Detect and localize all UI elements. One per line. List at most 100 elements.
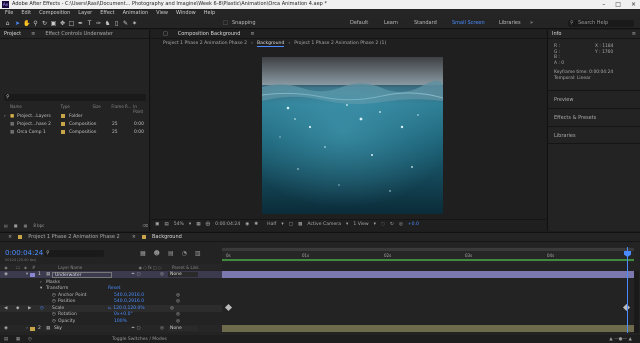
selection-tool-icon[interactable]: ➤ [14,20,21,27]
tab-composition[interactable]: Composition Background [178,30,241,38]
keyframe-nav-next-icon[interactable]: ▶ [28,306,40,311]
roi-icon[interactable]: □ [289,222,293,227]
keyframe-nav-prev-icon[interactable]: ◀ [4,306,16,311]
minimize-icon[interactable]: – [602,0,605,9]
composition-viewer-image[interactable] [262,57,443,214]
stopwatch-active-icon[interactable]: ◷ [40,306,52,311]
always-preview-icon[interactable]: ▣ [155,222,159,227]
breadcrumb-item-active[interactable]: Background [256,41,285,47]
camera-view-dropdown[interactable]: Active Camera [307,222,341,227]
new-folder-icon[interactable]: ■ [14,223,18,228]
frame-blending-icon[interactable]: ▤ [168,250,174,257]
time-ruler[interactable]: 0s 01s 02s 03s 04s [222,247,634,263]
workspace-learn[interactable]: Learn [384,20,398,27]
show-channel-icon[interactable]: ✱ [254,222,258,227]
menu-composition[interactable]: Composition [39,9,70,18]
label-color-swatch[interactable] [30,326,35,331]
draft-3d-icon[interactable]: ▦ [140,250,146,257]
toggle-switches-modes[interactable]: Toggle Switches / Modes [112,337,167,342]
label-color-swatch[interactable] [61,122,65,126]
menu-edit[interactable]: Edit [21,9,31,18]
table-row[interactable]: ◉ ▾ 1 ▦ Underwater ✒ ○ ◎ None [0,271,222,278]
hand-tool-icon[interactable]: ✋ [23,20,30,27]
zoom-dropdown[interactable]: 54% [174,222,184,227]
libraries-section[interactable]: Libraries [548,126,640,144]
parent-dropdown[interactable]: None [168,272,198,277]
pickwhip-icon[interactable]: ◎ [160,326,168,331]
list-item[interactable]: ▦ Project...hase 2 Composition 25 0:00 [4,120,148,128]
preview-ram-icon[interactable]: ▤ [164,222,168,227]
workspace-overflow-icon[interactable]: » [530,20,533,27]
menu-file[interactable]: File [5,9,13,18]
menu-effect[interactable]: Effect [100,9,114,18]
timeline-search-input[interactable]: ⚲ [44,250,104,257]
breadcrumb-item[interactable]: Project 1 Phase 2 Animation Phase 2 [163,41,247,46]
snapshot-icon[interactable]: ◉ [245,222,249,227]
layer-switches[interactable]: ✒ ○ [112,326,160,331]
lock-icon[interactable]: ☐ [12,265,24,270]
shy-icon[interactable]: ☻ [154,250,160,257]
toggle-pixel-icon[interactable]: ◌ [381,222,385,227]
reset-link[interactable]: Reset [108,286,121,291]
render-time-pane-icon[interactable]: ◷ [24,337,36,342]
zoom-tool-icon[interactable]: ⚲ [32,20,39,27]
menu-view[interactable]: View [156,9,168,18]
layer-switches-pane-icon[interactable]: ▤ [0,337,12,342]
3d-renderer-icon[interactable]: ◎ [399,222,403,227]
camera-tool-icon[interactable]: ▣ [50,20,57,27]
tab-background[interactable]: Background [152,233,182,241]
project-menu-icon[interactable]: ≡ [31,30,35,38]
rectangle-tool-icon[interactable]: □ [68,20,75,27]
info-menu-icon[interactable]: ≡ [632,30,636,38]
expression-pickwhip-icon[interactable]: ◎ [176,299,180,304]
tab-info[interactable]: Info [552,30,561,38]
maximize-icon[interactable]: □ [615,0,621,9]
rotate-tool-icon[interactable]: ↻ [41,20,48,27]
workspace-small-screen[interactable]: Small Screen [452,20,485,27]
property-row[interactable]: ◷ Opacity 100% ◎ [0,318,222,325]
layer-switches[interactable]: ✒ ○ [112,272,160,277]
pen-tool-icon[interactable]: ✒ [77,20,84,27]
expression-pickwhip-icon[interactable]: ◎ [176,319,180,324]
transparency-grid-icon[interactable]: ▩ [298,222,302,227]
col-parent[interactable]: Parent & Link [172,265,199,270]
motion-blur-icon[interactable]: ◔ [182,250,187,257]
breadcrumb-item[interactable]: Project 1 Phase 2 Animation Phase 2 (1) [294,41,386,46]
project-search-input[interactable]: ⚲ [4,94,146,101]
transfer-controls-pane-icon[interactable]: ▦ [12,337,24,342]
current-time[interactable]: 0:00:04:24 [5,249,43,257]
expression-pickwhip-icon[interactable]: ◎ [176,293,180,298]
fit-icon[interactable]: ▦ [196,222,200,227]
tab-effect-controls[interactable]: Effect Controls Underwater [45,30,113,38]
search-help-input[interactable]: ⚲ Search Help [568,20,634,27]
av-features-icon[interactable]: ◉ [0,265,12,270]
interpret-footage-icon[interactable]: ▤ [4,223,8,228]
type-tool-icon[interactable]: T [86,20,93,27]
layer-name[interactable]: Sky [52,326,112,331]
snapping-label[interactable]: Snapping [232,20,256,27]
label-icon[interactable]: ◈ [24,265,32,270]
roto-brush-icon[interactable]: ✎ [122,20,129,27]
timeline-scrollbar[interactable] [634,271,639,333]
layer-name[interactable]: Underwater [52,271,112,278]
menu-window[interactable]: Window [176,9,196,18]
exposure-value[interactable]: +0.0 [408,222,419,227]
eye-icon[interactable]: ◉ [0,272,12,277]
eye-icon[interactable]: ◉ [0,326,12,331]
menu-help[interactable]: Help [204,9,215,18]
graph-editor-icon[interactable]: ▥ [195,250,201,257]
tab-project[interactable]: Project [4,30,21,38]
keyframe-marker[interactable] [224,303,233,312]
timeline-track-area[interactable] [222,247,634,333]
fast-preview-icon[interactable]: ↻ [390,222,394,227]
label-color-swatch[interactable] [61,130,65,134]
playhead-line[interactable] [627,247,628,333]
trash-icon[interactable]: ⌫ [142,223,148,228]
workspace-default[interactable]: Default [350,20,368,27]
comp-menu-icon[interactable]: ≡ [250,30,254,38]
puppet-tool-icon[interactable]: ✶ [131,20,138,27]
resolution-dropdown[interactable]: Half [267,222,276,227]
layer-bar-sky[interactable] [222,325,634,332]
close-icon[interactable]: × [132,233,136,241]
pickwhip-icon[interactable]: ◎ [160,272,168,277]
